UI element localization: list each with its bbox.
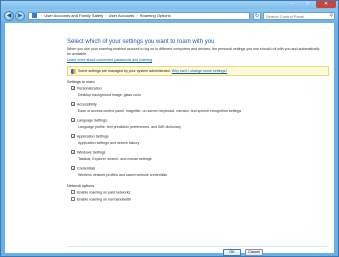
- setting-label: Personalization: [77, 86, 102, 91]
- breadcrumb-item-roaming-options[interactable]: Roaming Options: [140, 13, 171, 18]
- network-option-low-bandwidth[interactable]: Enable roaming on low bandwidth: [71, 197, 131, 202]
- address-bar[interactable]: › User Accounts and Family Safety › User Ac…: [28, 12, 250, 20]
- setting-personalization[interactable]: ✓ Personalization: [71, 86, 102, 91]
- setting-label: Application Settings: [77, 134, 109, 139]
- network-option-label: Enable roaming on low bandwidth: [77, 197, 131, 202]
- setting-label: Credentials: [77, 166, 96, 171]
- low-bandwidth-checkbox[interactable]: [71, 197, 75, 201]
- forward-button[interactable]: ▶: [15, 11, 25, 21]
- setting-windows[interactable]: ✓ Windows Settings: [71, 150, 106, 155]
- breadcrumb-item-user-accounts-family-safety[interactable]: User Accounts and Family Safety: [44, 13, 103, 18]
- credentials-checkbox[interactable]: ✓: [71, 166, 75, 171]
- personalization-checkbox[interactable]: ✓: [71, 86, 75, 91]
- setting-language[interactable]: ✓ Language Settings: [71, 118, 107, 123]
- setting-description: Desktop background image, glass color: [78, 93, 141, 97]
- ok-button[interactable]: OK: [223, 249, 241, 256]
- network-options-heading: Network options: [67, 184, 95, 188]
- admin-info-bar: Some settings are managed by your system…: [67, 66, 329, 76]
- setting-description: Ease of access control panel, magnifier,…: [78, 109, 242, 113]
- learn-more-link[interactable]: Learn more about connected passwords and…: [67, 58, 152, 62]
- language-settings-checkbox[interactable]: ✓: [71, 118, 75, 123]
- cancel-button[interactable]: Cancel: [245, 249, 263, 256]
- network-option-label: Enable roaming on paid networks: [77, 190, 131, 195]
- back-button[interactable]: ◀: [4, 11, 14, 21]
- breadcrumb-item-user-accounts[interactable]: User Accounts: [109, 13, 135, 18]
- content-pane: Select which of your settings you want t…: [5, 23, 334, 256]
- navigation-bar: ◀ ▶ › User Accounts and Family Safety › Use…: [1, 9, 338, 23]
- application-settings-checkbox[interactable]: ✓: [71, 134, 75, 139]
- setting-application[interactable]: ✓ Application Settings: [71, 134, 109, 139]
- setting-description: Wireless network profiles and saved webs…: [78, 173, 168, 177]
- search-input[interactable]: [264, 13, 326, 19]
- divider: [67, 246, 329, 247]
- shield-icon: [71, 69, 76, 74]
- setting-description: Language profile, text prediction prefer…: [78, 125, 181, 129]
- setting-label: Accessibility: [77, 102, 97, 107]
- setting-label: Windows Settings: [77, 150, 106, 155]
- setting-credentials[interactable]: ✓ Credentials: [71, 166, 95, 171]
- control-panel-icon: [32, 13, 37, 18]
- search-icon[interactable]: ⚲: [329, 13, 333, 19]
- paid-networks-checkbox[interactable]: [71, 190, 75, 194]
- setting-description: Application settings and search history: [78, 141, 140, 145]
- accessibility-checkbox[interactable]: ✓: [71, 102, 75, 107]
- search-box: ⚲: [263, 12, 335, 20]
- page-title: Select which of your settings you want t…: [67, 39, 215, 45]
- why-cant-change-link[interactable]: Why can't I change some settings?: [172, 69, 228, 73]
- minimize-button[interactable]: –: [285, 1, 300, 8]
- setting-label: Language Settings: [77, 118, 107, 123]
- network-option-paid[interactable]: Enable roaming on paid networks: [71, 190, 130, 195]
- intro-text: When you use your roaming-enabled accoun…: [67, 47, 320, 56]
- control-panel-window: – □ ✕ ◀ ▶ › User Accounts and Family Safe…: [0, 0, 339, 257]
- setting-accessibility[interactable]: ✓ Accessibility: [71, 102, 97, 107]
- maximize-button[interactable]: □: [300, 1, 315, 8]
- setting-description: Taskbar, Explorer, search, and mouse set…: [78, 157, 152, 161]
- refresh-button[interactable]: ↻: [253, 12, 261, 20]
- title-bar[interactable]: – □ ✕: [1, 1, 338, 9]
- settings-to-roam-heading: Settings to roam: [67, 80, 95, 84]
- windows-settings-checkbox[interactable]: ✓: [71, 150, 75, 155]
- close-button[interactable]: ✕: [316, 1, 336, 8]
- admin-info-text: Some settings are managed by your system…: [78, 69, 171, 73]
